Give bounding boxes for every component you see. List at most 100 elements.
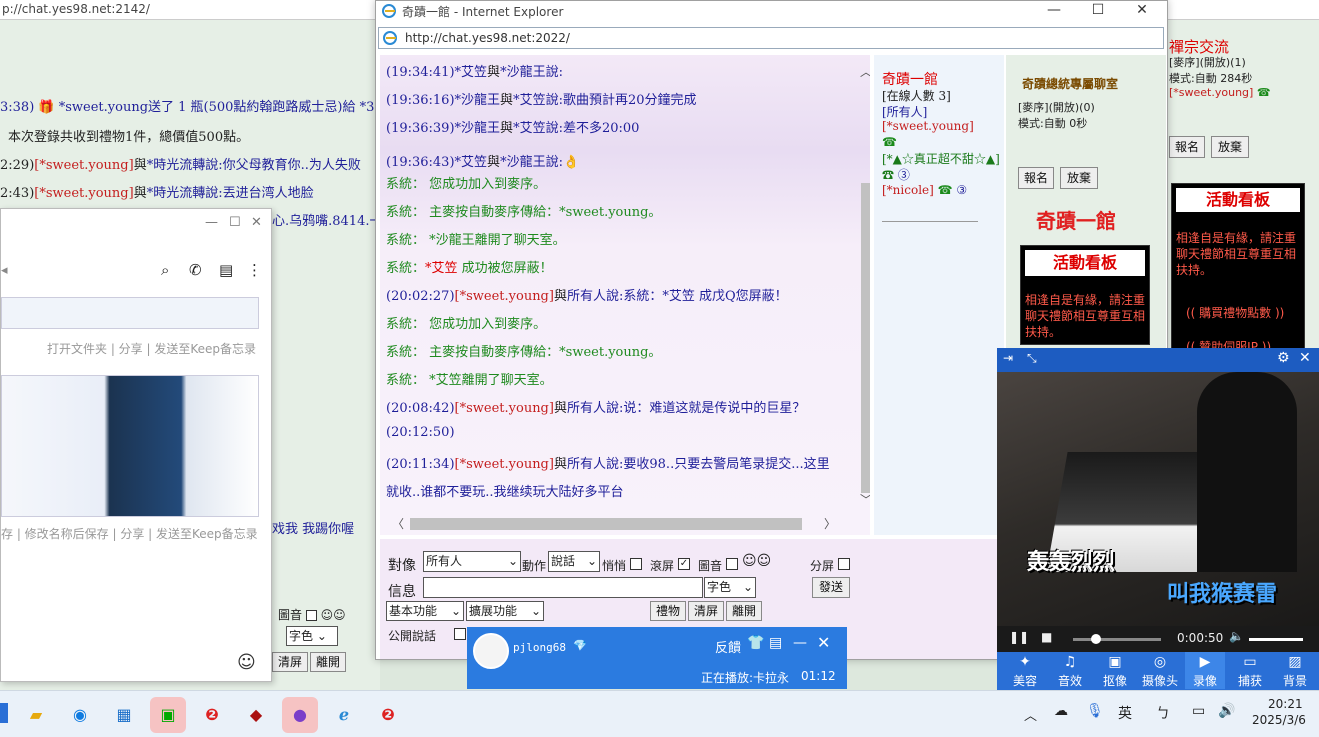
user-name[interactable]: [*nicole]: [882, 183, 934, 197]
notes-icon[interactable]: ▤: [769, 635, 782, 651]
user-name[interactable]: [*sweet.young]: [1169, 86, 1253, 99]
background-sound-toggle[interactable]: 圖音 ☺☺: [278, 606, 346, 623]
app-icon[interactable]: ❷: [194, 697, 230, 733]
cloud-icon[interactable]: ☁: [1054, 703, 1068, 719]
app-icon[interactable]: ◆: [238, 697, 274, 733]
shrink-icon[interactable]: ⤡: [1027, 351, 1037, 366]
start-icon[interactable]: [0, 703, 8, 723]
pin-icon[interactable]: ⇥: [1003, 351, 1013, 365]
emoji-button[interactable]: ☺☺: [321, 608, 346, 622]
shirt-icon[interactable]: 👕: [747, 635, 764, 651]
player-tool-1[interactable]: ♫ 音效: [1050, 652, 1090, 689]
extended-functions-select[interactable]: 擴展功能 ⌄: [466, 601, 544, 621]
vertical-scrollbar[interactable]: ︿ ﹀: [858, 63, 870, 509]
more-icon[interactable]: ⋮: [247, 261, 262, 279]
minimize-icon[interactable]: —: [205, 215, 218, 230]
action-select[interactable]: 說話 ⌄: [548, 551, 600, 572]
message-target[interactable]: *艾笠: [513, 93, 546, 108]
edge-icon[interactable]: ◉: [62, 697, 98, 733]
progress-knob[interactable]: [1091, 634, 1101, 644]
whisper-checkbox[interactable]: [630, 558, 642, 570]
send-button[interactable]: 發送: [812, 577, 850, 598]
message-target[interactable]: 所有人: [567, 289, 606, 304]
pause-icon[interactable]: ❚❚: [1009, 630, 1029, 644]
input-mode-icon[interactable]: ㄅ: [1156, 703, 1170, 723]
thumbnail-actions[interactable]: 打开文件夹 | 分享 | 发送至Keep备忘录: [47, 340, 256, 357]
buy-points-link[interactable]: (( 購買禮物點數 )): [1186, 304, 1284, 321]
volume-icon[interactable]: 🔊: [1218, 703, 1235, 719]
scrollbar-thumb[interactable]: [861, 183, 870, 493]
player-tool-5[interactable]: ▭ 捕获: [1230, 652, 1270, 689]
message-sender[interactable]: [*sweet.young]: [455, 457, 554, 472]
scroll-right-icon[interactable]: 〉: [824, 515, 836, 532]
emoji-button[interactable]: ☺☺: [742, 553, 771, 569]
scroll-down-icon[interactable]: ﹀: [860, 491, 870, 508]
feedback-button[interactable]: 反饋: [715, 637, 741, 656]
background-leave-button[interactable]: 離開: [310, 652, 346, 672]
network-icon[interactable]: ▭: [1192, 703, 1205, 719]
background-clear-button[interactable]: 清屏: [272, 652, 308, 672]
message-sender[interactable]: *沙龍王: [455, 93, 501, 108]
message-target[interactable]: 所有人: [567, 457, 606, 472]
ime-indicator[interactable]: 英: [1118, 703, 1132, 723]
notes-icon[interactable]: ▤: [219, 261, 233, 279]
chat-screenshot-thumbnail[interactable]: [1, 297, 259, 329]
progress-track[interactable]: [1073, 634, 1161, 644]
public-checkbox[interactable]: [454, 628, 466, 640]
message-sender[interactable]: *艾笠: [455, 65, 488, 80]
scroll-left-icon[interactable]: 〈: [392, 515, 404, 532]
phone-call-icon[interactable]: ✆: [189, 261, 202, 279]
minimize-icon[interactable]: —: [1034, 1, 1074, 21]
signup-button[interactable]: 報名: [1018, 167, 1054, 189]
leave-button[interactable]: 離開: [726, 601, 762, 621]
player-tool-4[interactable]: ▶ 录像: [1185, 652, 1225, 689]
emoji-icon[interactable]: ☺: [237, 652, 256, 673]
player-tool-0[interactable]: ✦ 美容: [1005, 652, 1045, 689]
folder-icon[interactable]: ▰: [18, 697, 54, 733]
ie-address-bar[interactable]: http://chat.yes98.net:2022/: [378, 27, 1164, 49]
sound-checkbox[interactable]: [305, 610, 317, 621]
maximize-icon[interactable]: ☐: [1078, 1, 1118, 21]
background-font-color-select[interactable]: 字色 ⌄: [286, 626, 338, 646]
chevron-up-icon[interactable]: ︿: [1024, 705, 1037, 724]
clock-date[interactable]: 2025/3/6: [1252, 713, 1306, 727]
message-target[interactable]: 所有人: [567, 401, 606, 416]
maximize-icon[interactable]: ☐: [229, 215, 241, 230]
minimize-icon[interactable]: —: [793, 635, 807, 651]
user-name[interactable]: [*▲☆真正超不甜☆▲]: [882, 152, 1000, 166]
close-icon[interactable]: ✕: [1299, 350, 1311, 366]
line-app-icon[interactable]: ▣: [150, 697, 186, 733]
scroll-up-icon[interactable]: ︿: [860, 63, 870, 80]
store-icon[interactable]: ▦: [106, 697, 142, 733]
font-color-select[interactable]: 字色 ⌄: [704, 577, 756, 598]
line-user[interactable]: [*sweet.young]: [34, 158, 133, 173]
app-icon[interactable]: ❷: [370, 697, 406, 733]
message-input[interactable]: [423, 577, 703, 598]
message-sender[interactable]: *艾笠: [455, 155, 488, 170]
thumbnail-actions[interactable]: 存 | 修改名称后保存 | 分享 | 发送至Keep备忘录: [1, 525, 258, 542]
gear-icon[interactable]: ⚙: [1277, 350, 1290, 366]
search-icon[interactable]: ⌕: [161, 261, 169, 279]
message-target[interactable]: *艾笠: [513, 121, 546, 136]
scrollbar-thumb[interactable]: [410, 518, 802, 530]
message-sender[interactable]: [*sweet.young]: [455, 401, 554, 416]
basic-functions-select[interactable]: 基本功能 ⌄: [386, 601, 464, 621]
user-sweet-young[interactable]: [*sweet.young]: [882, 119, 974, 133]
stop-icon[interactable]: ■: [1041, 630, 1052, 644]
line-user[interactable]: [*sweet.young]: [34, 186, 133, 201]
ie-taskbar-icon[interactable]: ℯ: [326, 697, 362, 733]
scroll-checkbox[interactable]: ✓: [678, 558, 690, 570]
player-tool-6[interactable]: ▨ 背景: [1275, 652, 1315, 689]
gift-button[interactable]: 禮物: [650, 601, 686, 621]
signup-button[interactable]: 報名: [1169, 136, 1205, 158]
message-target[interactable]: *沙龍王: [500, 155, 546, 170]
sound-checkbox[interactable]: [726, 558, 738, 570]
message-target[interactable]: *沙龍王: [500, 65, 546, 80]
user-all[interactable]: [所有人]: [882, 103, 927, 120]
close-icon[interactable]: ✕: [251, 215, 262, 230]
player-tool-2[interactable]: ▣ 抠像: [1095, 652, 1135, 689]
giveup-button[interactable]: 放棄: [1211, 136, 1249, 158]
horizontal-scrollbar[interactable]: 〈 〉: [386, 515, 842, 531]
close-icon[interactable]: ✕: [817, 633, 830, 652]
blocked-user[interactable]: *艾笠: [425, 261, 458, 276]
